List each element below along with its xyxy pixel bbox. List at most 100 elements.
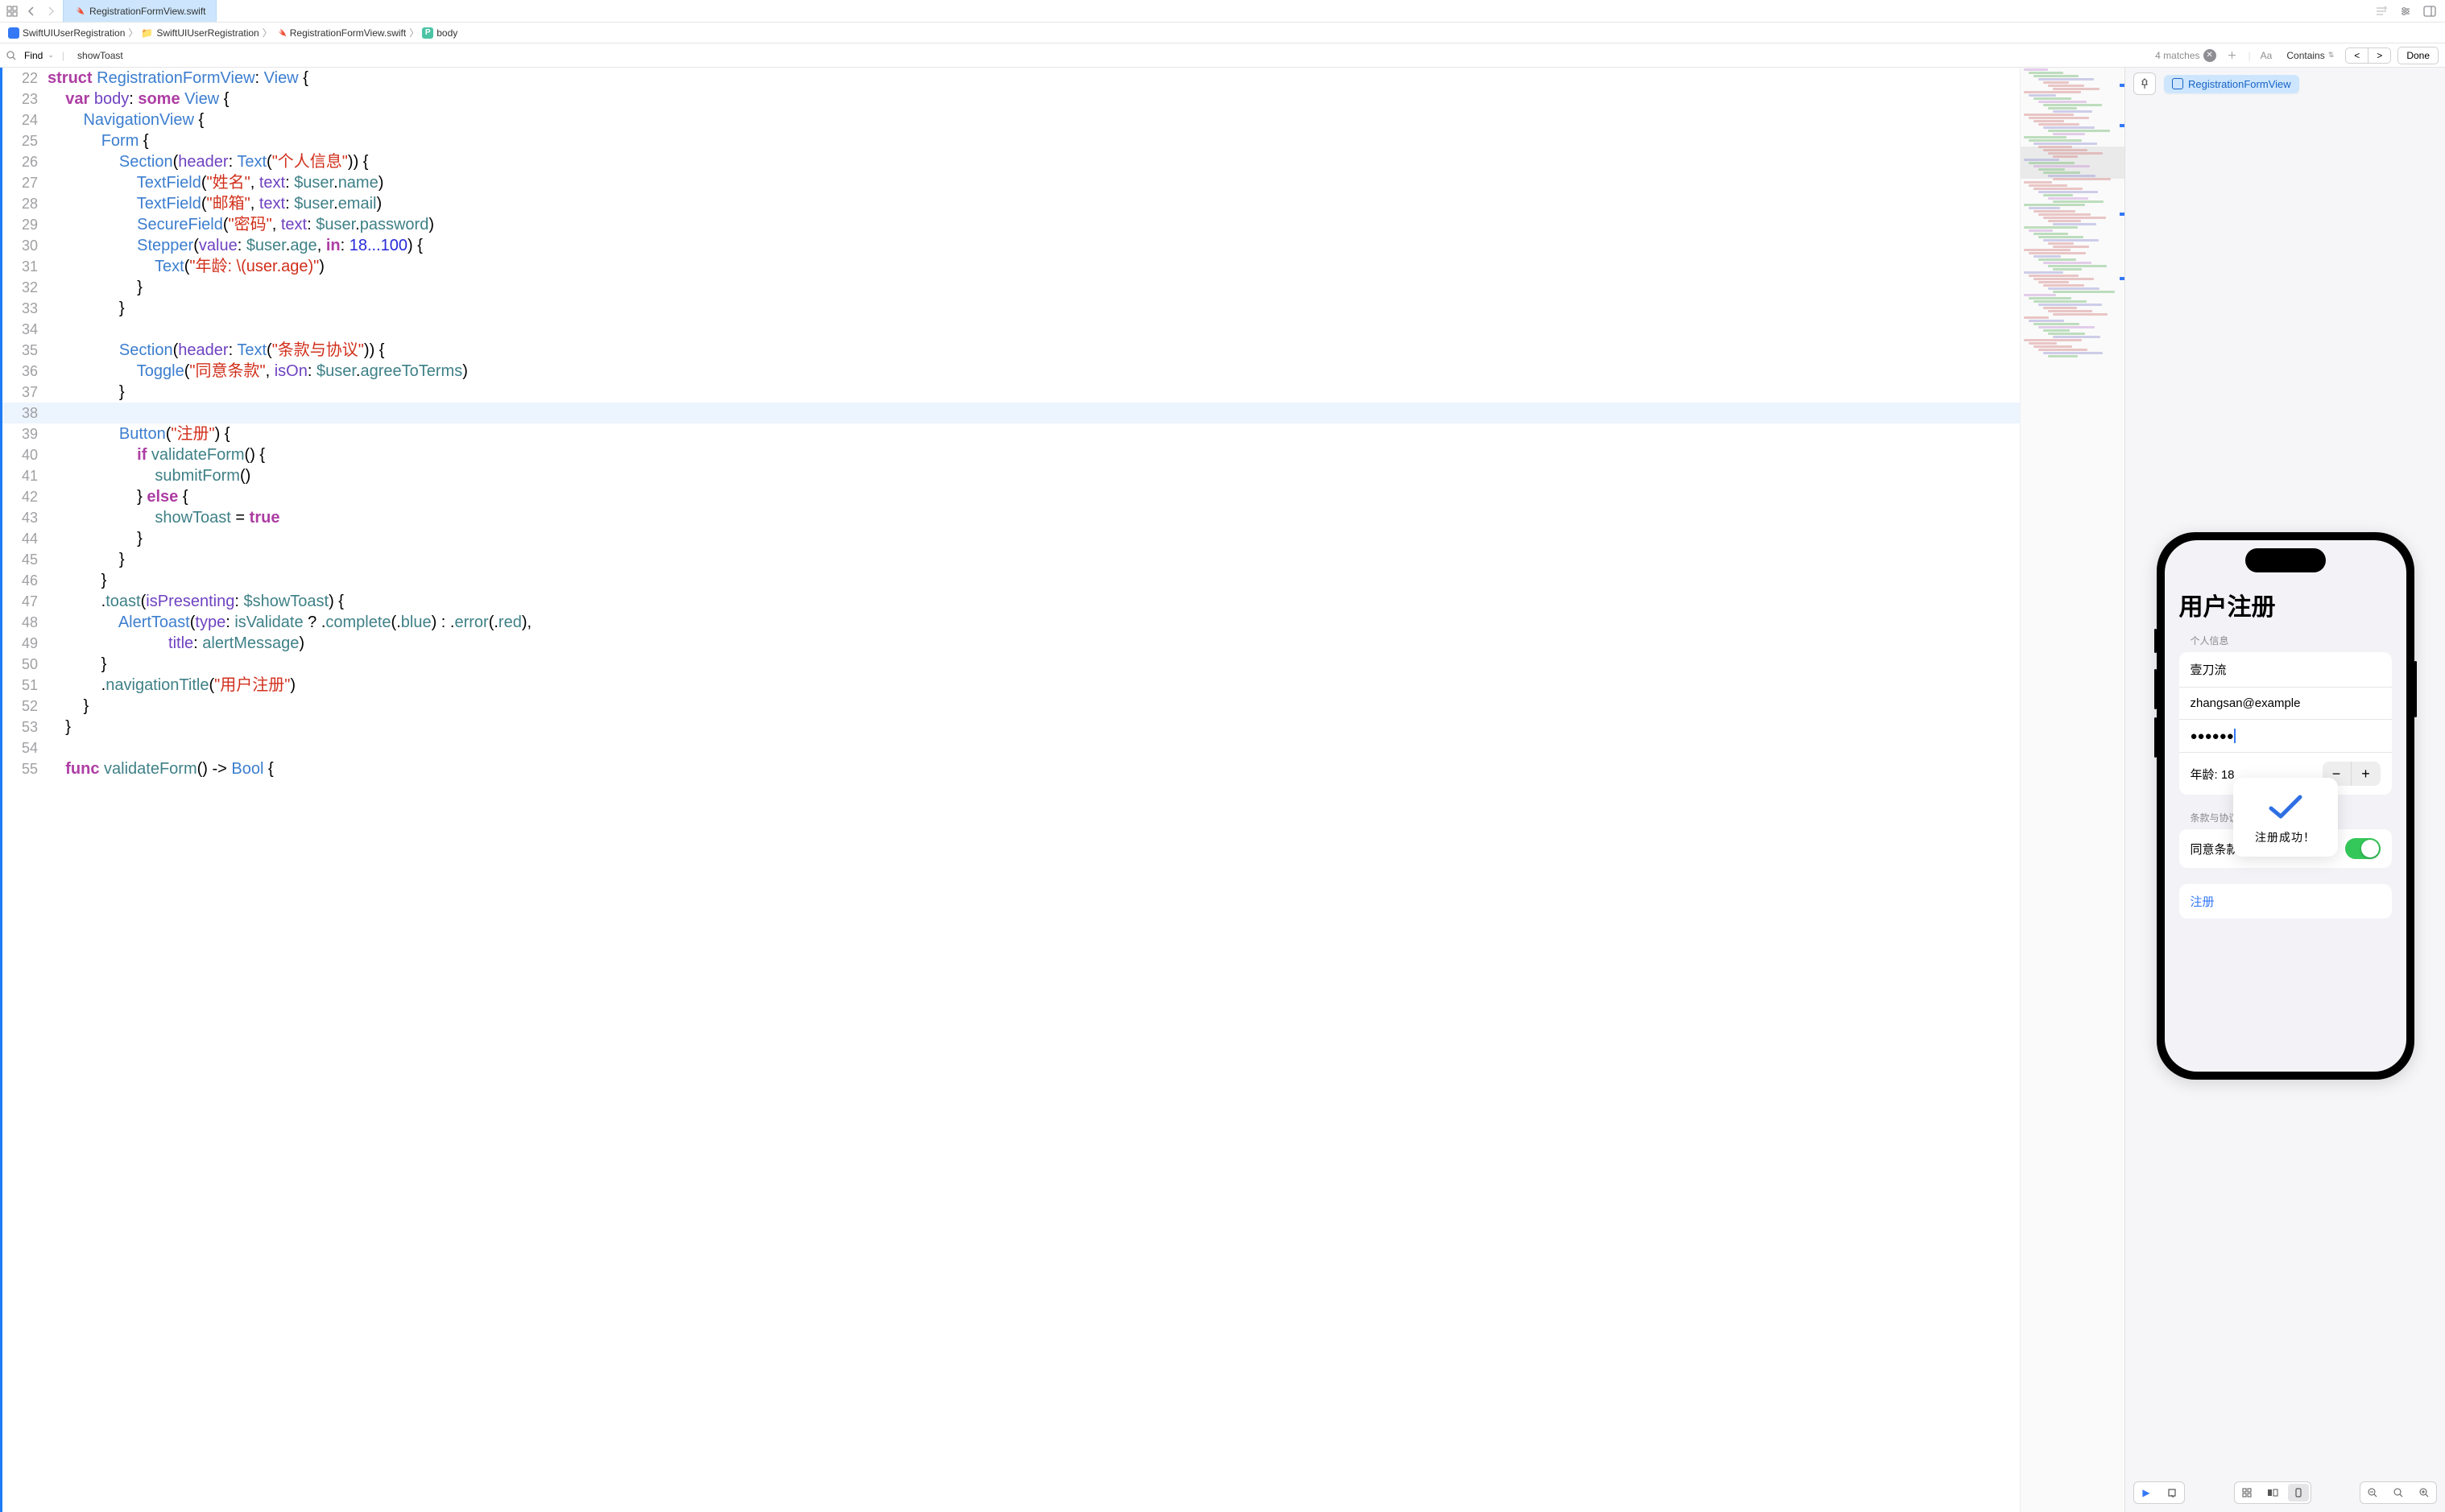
preview-view-chip[interactable]: RegistrationFormView xyxy=(2164,75,2299,93)
code-line[interactable]: 34 xyxy=(2,319,2020,340)
code-line[interactable]: 55 func validateForm() -> Bool { xyxy=(2,758,2020,779)
breadcrumb-folder[interactable]: 📁SwiftUIUserRegistration xyxy=(141,27,259,39)
line-number: 25 xyxy=(2,130,48,151)
search-icon xyxy=(6,51,16,60)
find-prev-button[interactable]: < xyxy=(2346,48,2368,63)
chevron-updown-icon: ⇅ xyxy=(2328,51,2335,60)
iphone-screen[interactable]: 用户注册 个人信息 壹刀流 zhangsan@example ●●●●●● 年龄… xyxy=(2165,540,2406,1072)
forward-icon[interactable] xyxy=(43,4,58,19)
code-line[interactable]: 40 if validateForm() { xyxy=(2,444,2020,465)
line-number: 55 xyxy=(2,758,48,779)
variants-button[interactable] xyxy=(2236,1484,2257,1502)
find-next-button[interactable]: > xyxy=(2368,48,2390,63)
code-line[interactable]: 50 } xyxy=(2,654,2020,675)
code-line[interactable]: 36 Toggle("同意条款", isOn: $user.agreeToTer… xyxy=(2,361,2020,382)
code-line[interactable]: 52 } xyxy=(2,696,2020,717)
code-line[interactable]: 27 TextField("姓名", text: $user.name) xyxy=(2,172,2020,193)
code-line[interactable]: 39 Button("注册") { xyxy=(2,423,2020,444)
code-line[interactable]: 46 } xyxy=(2,570,2020,591)
done-button[interactable]: Done xyxy=(2397,47,2439,64)
reflow-icon[interactable] xyxy=(2374,4,2389,19)
line-number: 45 xyxy=(2,549,48,570)
swift-icon xyxy=(275,27,287,39)
line-number: 30 xyxy=(2,235,48,256)
iphone-device-frame: 用户注册 个人信息 壹刀流 zhangsan@example ●●●●●● 年龄… xyxy=(2157,532,2414,1080)
code-line[interactable]: 37 } xyxy=(2,382,2020,403)
code-line[interactable]: 47 .toast(isPresenting: $showToast) { xyxy=(2,591,2020,612)
code-line[interactable]: 45 } xyxy=(2,549,2020,570)
tab-bar: RegistrationFormView.swift xyxy=(0,0,2445,23)
line-number: 48 xyxy=(2,612,48,633)
code-editor[interactable]: 22struct RegistrationFormView: View {23 … xyxy=(2,68,2020,1512)
code-line[interactable]: 33 } xyxy=(2,298,2020,319)
code-line[interactable]: 25 Form { xyxy=(2,130,2020,151)
case-sensitive-toggle[interactable]: Aa xyxy=(2257,50,2276,61)
chevron-right-icon: 〉 xyxy=(263,26,272,39)
code-line[interactable]: 31 Text("年龄: \(user.age)") xyxy=(2,256,2020,277)
code-line[interactable]: 32 } xyxy=(2,277,2020,298)
code-line[interactable]: 53 } xyxy=(2,717,2020,737)
back-icon[interactable] xyxy=(24,4,39,19)
zoom-out-button[interactable] xyxy=(2362,1484,2383,1502)
line-number: 22 xyxy=(2,68,48,89)
app-icon xyxy=(8,27,19,39)
code-line[interactable]: 43 showToast = true xyxy=(2,507,2020,528)
minimap[interactable] xyxy=(2020,68,2124,1512)
split-icon[interactable] xyxy=(2422,4,2437,19)
line-number: 54 xyxy=(2,737,48,758)
code-line[interactable]: 42 } else { xyxy=(2,486,2020,507)
adjust-icon[interactable] xyxy=(2398,4,2413,19)
code-line[interactable]: 51 .navigationTitle("用户注册") xyxy=(2,675,2020,696)
line-number: 33 xyxy=(2,298,48,319)
line-number: 38 xyxy=(2,403,48,423)
find-input[interactable]: showToast xyxy=(71,50,2149,61)
line-number: 23 xyxy=(2,89,48,109)
find-mode-select[interactable]: Find⌄ xyxy=(19,48,59,63)
code-line[interactable]: 23 var body: some View { xyxy=(2,89,2020,109)
line-number: 37 xyxy=(2,382,48,403)
file-tab[interactable]: RegistrationFormView.swift xyxy=(63,0,217,22)
success-toast: 注册成功！ xyxy=(2233,778,2338,857)
password-field[interactable]: ●●●●●● xyxy=(2179,720,2392,753)
code-line[interactable]: 26 Section(header: Text("个人信息")) { xyxy=(2,151,2020,172)
breadcrumb-project[interactable]: SwiftUIUserRegistration xyxy=(8,27,125,39)
breadcrumb-symbol[interactable]: Pbody xyxy=(422,27,457,39)
tab-filename: RegistrationFormView.swift xyxy=(89,6,206,17)
view-icon xyxy=(2172,78,2183,89)
chevron-right-icon: 〉 xyxy=(409,26,419,39)
code-line[interactable]: 29 SecureField("密码", text: $user.passwor… xyxy=(2,214,2020,235)
pin-button[interactable] xyxy=(2133,72,2156,95)
clear-icon[interactable]: ✕ xyxy=(2203,49,2216,62)
dynamic-island xyxy=(2245,548,2326,572)
code-line[interactable]: 38 xyxy=(2,403,2020,423)
add-condition-button[interactable]: ＋ xyxy=(2223,48,2242,62)
code-line[interactable]: 30 Stepper(value: $user.age, in: 18...10… xyxy=(2,235,2020,256)
live-button[interactable]: ▶ xyxy=(2136,1484,2157,1502)
code-line[interactable]: 22struct RegistrationFormView: View { xyxy=(2,68,2020,89)
selectable-button[interactable] xyxy=(2162,1484,2182,1502)
color-scheme-button[interactable] xyxy=(2262,1484,2283,1502)
code-line[interactable]: 41 submitForm() xyxy=(2,465,2020,486)
zoom-in-button[interactable] xyxy=(2414,1484,2435,1502)
code-line[interactable]: 48 AlertToast(type: isValidate ? .comple… xyxy=(2,612,2020,633)
code-line[interactable]: 35 Section(header: Text("条款与协议")) { xyxy=(2,340,2020,361)
code-line[interactable]: 54 xyxy=(2,737,2020,758)
code-line[interactable]: 49 title: alertMessage) xyxy=(2,633,2020,654)
code-line[interactable]: 44 } xyxy=(2,528,2020,549)
line-number: 34 xyxy=(2,319,48,340)
agree-toggle[interactable] xyxy=(2345,838,2381,859)
zoom-fit-button[interactable] xyxy=(2388,1484,2409,1502)
line-number: 52 xyxy=(2,696,48,717)
nav-title: 用户注册 xyxy=(2179,587,2392,622)
grid-icon[interactable] xyxy=(5,4,19,19)
email-field[interactable]: zhangsan@example xyxy=(2179,688,2392,720)
name-field[interactable]: 壹刀流 xyxy=(2179,652,2392,688)
match-mode-select[interactable]: Contains⇅ xyxy=(2282,50,2339,61)
code-line[interactable]: 28 TextField("邮箱", text: $user.email) xyxy=(2,193,2020,214)
breadcrumb-file[interactable]: RegistrationFormView.swift xyxy=(275,27,407,39)
code-line[interactable]: 24 NavigationView { xyxy=(2,109,2020,130)
register-button[interactable]: 注册 xyxy=(2179,884,2392,919)
stepper-plus-button[interactable]: + xyxy=(2352,762,2381,786)
device-button[interactable] xyxy=(2288,1484,2309,1502)
line-number: 35 xyxy=(2,340,48,361)
